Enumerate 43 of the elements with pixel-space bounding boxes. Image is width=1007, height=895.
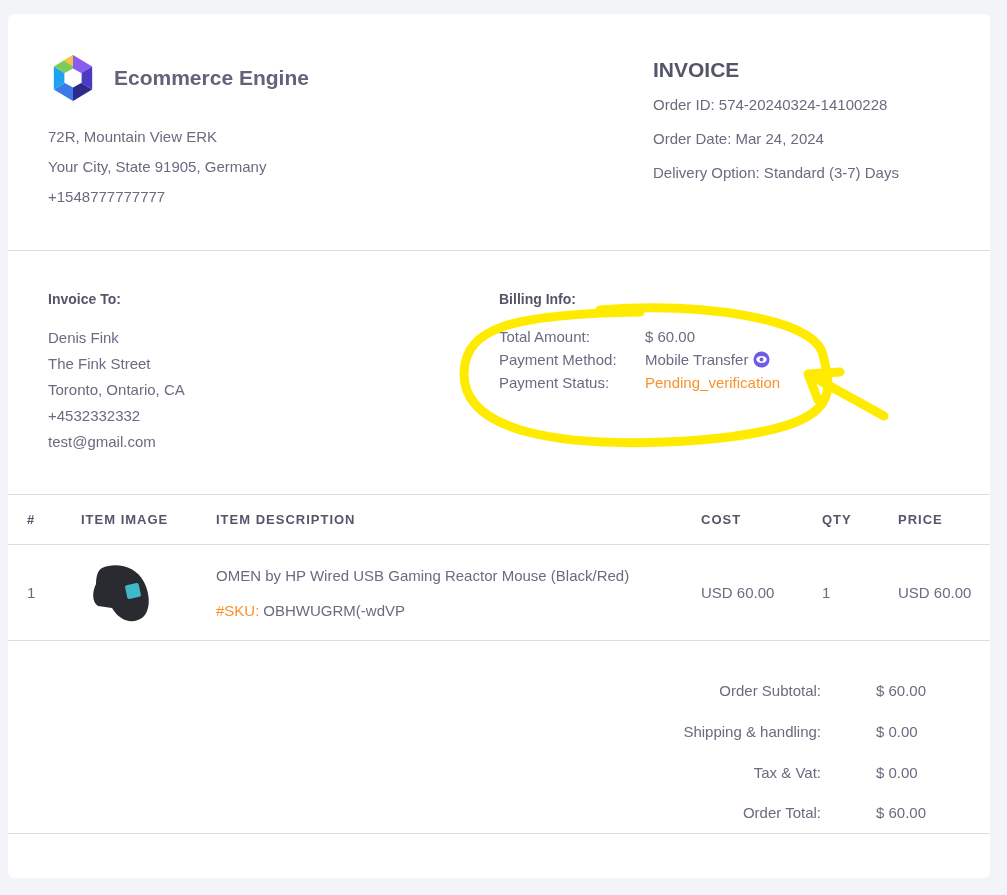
total-label: Shipping & handling: — [682, 722, 821, 742]
customer-detail: The Fink Street — [48, 354, 152, 374]
column-header: PRICE — [897, 495, 990, 545]
total-value: $ 60.00 — [875, 682, 928, 701]
total-value: $ 60.00 — [875, 804, 928, 824]
eye-icon[interactable] — [753, 351, 771, 368]
invoice-title: INVOICE — [653, 58, 741, 82]
column-header: # — [8, 495, 80, 545]
total-value: $ 0.00 — [875, 763, 919, 783]
total-label: Order Subtotal: — [718, 682, 821, 701]
table-cell: USD 60.00 — [700, 544, 821, 641]
item-description: OMEN by HP Wired USB Gaming Reactor Mouse (Black/Red) — [216, 566, 631, 584]
total-label: Tax & Vat: — [752, 763, 821, 783]
billing-label: Payment Status: — [499, 373, 611, 393]
column-header: QTY — [821, 495, 897, 545]
sku-label: #SKU: — [216, 601, 260, 619]
billing-value: $ 60.00 — [645, 327, 696, 347]
column-header: ITEM DESCRIPTION — [215, 495, 700, 545]
column-header: COST — [700, 495, 821, 545]
section-heading: Billing Info: — [499, 291, 577, 307]
billing-value: Mobile Transfer — [645, 350, 749, 370]
column-header: ITEM IMAGE — [80, 495, 215, 545]
order-detail: Order Date: Mar 24, 2024 — [653, 129, 825, 149]
customer-detail: Denis Fink — [48, 328, 120, 348]
address-line: 72R, Mountain View ERK — [48, 127, 218, 147]
sku-value: OBHWUGRM(-wdVP — [263, 601, 406, 619]
address-line: Your City, State 91905, Germany — [48, 157, 268, 177]
section-heading: Invoice To: — [48, 291, 122, 307]
address-line: +1548777777777 — [48, 187, 167, 207]
order-detail: Order ID: 574-20240324-14100228 — [653, 95, 889, 115]
customer-detail: test@gmail.com — [48, 432, 157, 452]
total-label: Order Total: — [741, 804, 821, 824]
payment-status: Pending_verification — [645, 373, 781, 393]
order-detail: Delivery Option: Standard (3-7) Days — [653, 163, 900, 183]
billing-label: Payment Method: — [499, 350, 618, 370]
customer-detail: +4532332332 — [48, 406, 142, 426]
customer-detail: Toronto, Ontario, CA — [48, 380, 186, 400]
company-name: Ecommerce Engine — [114, 66, 309, 90]
table-cell: USD 60.00 — [897, 544, 990, 641]
table-cell: 1 — [821, 544, 897, 641]
total-value: $ 0.00 — [875, 722, 919, 742]
billing-label: Total Amount: — [499, 327, 591, 347]
row-number: 1 — [8, 544, 80, 641]
